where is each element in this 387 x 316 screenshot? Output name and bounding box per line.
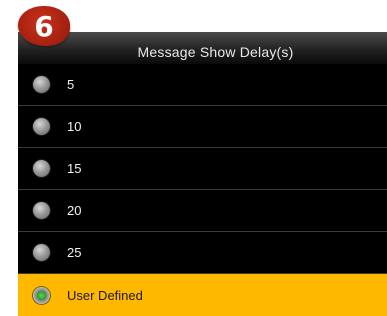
delay-options-list: 5 10 15 20 25 User Defined bbox=[18, 64, 387, 316]
radio-icon[interactable] bbox=[33, 244, 50, 261]
device-screen: Message Show Delay(s) 5 10 15 20 25 User… bbox=[18, 32, 387, 316]
option-user-defined[interactable]: User Defined bbox=[18, 274, 387, 316]
option-15[interactable]: 15 bbox=[18, 148, 387, 190]
radio-icon[interactable] bbox=[33, 118, 50, 135]
page-title: Message Show Delay(s) bbox=[137, 44, 294, 60]
radio-selected-icon[interactable] bbox=[33, 286, 50, 304]
option-label: User Defined bbox=[67, 287, 143, 303]
radio-icon[interactable] bbox=[33, 160, 50, 177]
option-20[interactable]: 20 bbox=[18, 190, 387, 232]
option-label: 15 bbox=[67, 161, 82, 176]
radio-icon[interactable] bbox=[33, 76, 50, 93]
option-25[interactable]: 25 bbox=[18, 232, 387, 274]
option-label: 20 bbox=[67, 203, 82, 218]
option-label: 10 bbox=[67, 119, 82, 134]
radio-icon[interactable] bbox=[33, 202, 50, 219]
option-5[interactable]: 5 bbox=[18, 64, 387, 106]
option-label: 5 bbox=[67, 77, 75, 92]
title-bar: Message Show Delay(s) bbox=[18, 32, 387, 64]
option-label: 25 bbox=[67, 245, 82, 260]
step-number-badge: 6 bbox=[18, 6, 70, 46]
option-10[interactable]: 10 bbox=[18, 106, 387, 148]
